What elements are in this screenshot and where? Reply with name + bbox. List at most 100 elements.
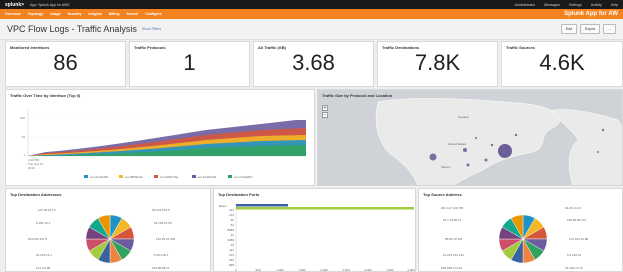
map-marker[interactable] — [484, 158, 488, 162]
kpi-monitored-interfaces: Monitored Interfaces 86 — [5, 41, 126, 87]
pie-labels-left: 202.117.149.155 54.1.15.96.17 85.84.72.1… — [441, 206, 464, 270]
svg-text:80: 80 — [231, 218, 235, 222]
map-label: Mexico — [441, 165, 451, 169]
svg-text:0: 0 — [235, 268, 237, 272]
menu-administrator[interactable]: Administrator — [514, 3, 535, 7]
svg-text:3,500: 3,500 — [386, 268, 394, 272]
svg-text:10.213.163.132: 10.213.163.132 — [443, 253, 464, 257]
y-tick: 100 — [20, 116, 25, 120]
svg-text:5.3.218.44: 5.3.218.44 — [567, 253, 582, 257]
map-label: Canada — [458, 115, 469, 119]
panel-title: Traffic Size by Protocol and Location — [322, 93, 393, 98]
splunk-logo[interactable]: splunk> — [5, 2, 24, 8]
nav-billing[interactable]: Billing — [109, 12, 120, 16]
svg-text:18.126.73.40: 18.126.73.40 — [565, 266, 583, 270]
svg-text:443: 443 — [229, 208, 234, 212]
svg-text:203.106.157.5: 203.106.157.5 — [28, 237, 48, 241]
pie-chart[interactable]: 202.117.149.155 54.1.15.96.17 85.84.72.1… — [419, 189, 623, 272]
kpi-traffic-protocols: Traffic Protocols 1 — [129, 41, 250, 87]
y-tick: 1 — [23, 153, 25, 157]
map-marker[interactable] — [429, 153, 437, 161]
svg-text:25: 25 — [231, 243, 235, 247]
svg-text:eni-6142b2d4: eni-6142b2d4 — [198, 175, 217, 179]
map-marker[interactable] — [498, 144, 512, 158]
kpi-traffic-destinations: Traffic Destinations 7.8K — [377, 41, 498, 87]
svg-text:2,000: 2,000 — [320, 268, 328, 272]
traffic-over-time-panel: Traffic Over Time by Interface (Top 5) 1… — [5, 89, 315, 186]
bar-others[interactable] — [236, 204, 288, 207]
svg-text:101.164.10.88: 101.164.10.88 — [569, 237, 589, 241]
svg-text:3,000: 3,000 — [364, 268, 372, 272]
zoom-out-button[interactable]: − — [322, 112, 328, 118]
pie-slices[interactable] — [85, 214, 135, 264]
more-button[interactable]: ... — [603, 24, 616, 34]
top-source-address-panel: Top Source Address 202.117.149.155 54.1.… — [418, 188, 623, 272]
svg-text:1,500: 1,500 — [298, 268, 306, 272]
nav-security[interactable]: Security — [68, 12, 82, 16]
svg-text:3389: 3389 — [227, 238, 234, 242]
zoom-in-button[interactable]: + — [322, 105, 328, 111]
svg-text:91.211.12.9: 91.211.12.9 — [565, 206, 581, 210]
show-filters-link[interactable]: Show Filters — [142, 27, 161, 31]
svg-text:107.20.217.0: 107.20.217.0 — [38, 208, 56, 212]
kpi-value: 7.8K — [414, 50, 461, 75]
svg-text:130.25.97.203: 130.25.97.203 — [156, 237, 176, 241]
stacked-area-chart[interactable]: 100 10 1 2:00 PM Tue Nov 11 2016 eni-2e1… — [6, 90, 315, 186]
svg-text:8080: 8080 — [227, 228, 234, 232]
pie-chart[interactable]: 107.20.217.0 8.181.10.1 203.106.157.5 91… — [6, 189, 211, 272]
nav-topology[interactable]: Topology — [28, 12, 44, 16]
dashboard-header: VPC Flow Logs - Traffic Analysis Show Fi… — [0, 19, 623, 40]
map-marker[interactable] — [466, 163, 470, 167]
svg-text:eni-e7d4a810: eni-e7d4a810 — [234, 175, 253, 179]
app-brand: Splunk App for AW — [564, 11, 618, 17]
top-right-menu: Administrator Messages Settings Activity… — [514, 3, 618, 7]
menu-activity[interactable]: Activity — [591, 3, 602, 7]
svg-text:22: 22 — [231, 233, 235, 237]
kpi-value: 1 — [183, 50, 196, 75]
bar-443[interactable] — [236, 207, 414, 210]
svg-text:141.2.0.88: 141.2.0.88 — [36, 266, 51, 270]
bar-chart[interactable]: Bytes 443 123 80 53 8080 22 3389 25 110 … — [214, 189, 416, 272]
svg-text:54.193.10.58: 54.193.10.58 — [154, 221, 172, 225]
svg-text:54.1.15.96.17: 54.1.15.96.17 — [443, 218, 462, 222]
map-marker[interactable] — [490, 143, 494, 147]
app-menu[interactable]: App: Splunk App for AWS — [30, 3, 70, 7]
svg-text:993: 993 — [229, 258, 234, 262]
nav-usage[interactable]: Usage — [50, 12, 61, 16]
svg-text:5.46.218.1: 5.46.218.1 — [154, 253, 169, 257]
map-marker[interactable] — [463, 148, 467, 152]
svg-text:1,000: 1,000 — [276, 268, 284, 272]
kpi-all-traffic: All Traffic (GB) 3.68 — [253, 41, 374, 87]
svg-text:53: 53 — [231, 223, 235, 227]
kpi-traffic-sources: Traffic Sources 4.6K — [501, 41, 623, 87]
map-marker[interactable] — [475, 137, 477, 139]
x-axis-labels: 0 500 1,000 1,500 2,000 2,500 3,000 3,50… — [235, 268, 415, 272]
world-map[interactable]: Canada United States Mexico — [318, 90, 623, 186]
svg-text:123: 123 — [229, 213, 234, 217]
top-destination-addresses-panel: Top Destination Addresses 107.20.217.0 8… — [5, 188, 211, 272]
svg-text:104.85.98.11: 104.85.98.11 — [152, 266, 170, 270]
export-button[interactable]: Export — [579, 24, 601, 34]
nav-configure[interactable]: Configure — [145, 12, 162, 16]
top-destination-ports-panel: Top Destination Ports Bytes 443 123 80 5… — [213, 188, 416, 272]
svg-text:eni-bd0b7c6a: eni-bd0b7c6a — [160, 175, 179, 179]
svg-text:eni-2e10a491: eni-2e10a491 — [90, 175, 109, 179]
pie-labels-left: 107.20.217.0 8.181.10.1 203.106.157.5 91… — [28, 208, 56, 270]
edit-button[interactable]: Edit — [560, 24, 577, 34]
nav-insights[interactable]: Insights — [88, 12, 101, 16]
menu-messages[interactable]: Messages — [544, 3, 560, 7]
nav-search[interactable]: Search — [127, 12, 139, 16]
menu-settings[interactable]: Settings — [569, 3, 582, 7]
svg-text:202.117.149.155: 202.117.149.155 — [441, 206, 464, 210]
pie-slices[interactable] — [498, 214, 548, 264]
svg-text:52.224.154.5: 52.224.154.5 — [152, 208, 170, 212]
menu-help[interactable]: Help — [611, 3, 618, 7]
map-marker[interactable] — [597, 151, 599, 153]
svg-text:eni-986f1bd2: eni-986f1bd2 — [125, 175, 143, 179]
x-tick: 2016 — [28, 166, 35, 170]
svg-text:995: 995 — [229, 263, 234, 267]
map-marker[interactable] — [601, 128, 605, 132]
nav-overview[interactable]: Overview — [5, 12, 21, 16]
map-marker[interactable] — [514, 133, 518, 137]
bar-series-label: Bytes — [219, 204, 227, 208]
